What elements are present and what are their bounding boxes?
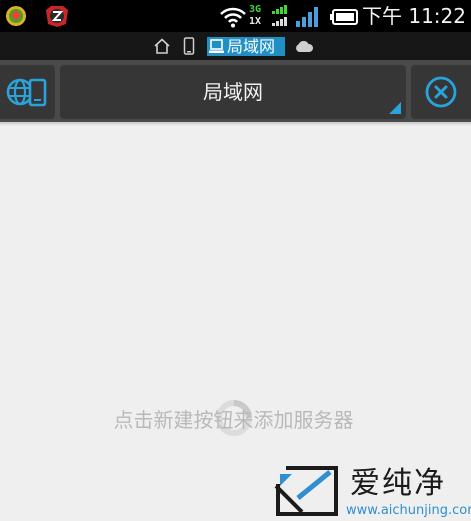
status-time: 下午 11:22 bbox=[362, 4, 466, 28]
watermark-brand: 爱纯净 bbox=[350, 466, 446, 501]
header-bar: 局域网 bbox=[0, 60, 471, 126]
close-button[interactable] bbox=[411, 65, 471, 119]
location-selector[interactable]: 局域网 bbox=[60, 65, 406, 119]
network-type-bottom: 1X bbox=[249, 16, 262, 27]
phone-icon[interactable] bbox=[183, 37, 195, 55]
computer-icon bbox=[209, 39, 224, 53]
view-tab-strip: 局域网 bbox=[0, 32, 471, 60]
signal-icon bbox=[296, 7, 318, 27]
status-bar: 3G 1X 下午 11:22 bbox=[0, 0, 471, 32]
header-title: 局域网 bbox=[203, 80, 263, 104]
battery-icon bbox=[330, 9, 358, 25]
watermark-logo-icon bbox=[274, 466, 338, 516]
watermark-url: www.aichunjing.com bbox=[346, 503, 471, 518]
watermark: 爱纯净 www.aichunjing.com bbox=[272, 463, 471, 521]
app-notification-icon bbox=[6, 6, 26, 26]
cloud-icon[interactable] bbox=[294, 40, 314, 53]
empty-hint-text: 点击新建按钮来添加服务器 bbox=[113, 408, 354, 432]
data-activity-icon: 3G 1X bbox=[249, 3, 291, 29]
network-device-icon bbox=[6, 78, 47, 107]
device-switch-button[interactable] bbox=[0, 65, 55, 119]
tab-lan[interactable]: 局域网 bbox=[207, 37, 285, 56]
dropdown-indicator-icon bbox=[389, 102, 401, 114]
tab-lan-label: 局域网 bbox=[227, 37, 276, 56]
app-notification-icon bbox=[46, 6, 68, 27]
network-type-top: 3G bbox=[249, 4, 262, 15]
wifi-icon bbox=[220, 7, 246, 28]
close-circle-icon bbox=[425, 76, 457, 108]
home-icon[interactable] bbox=[153, 38, 171, 54]
